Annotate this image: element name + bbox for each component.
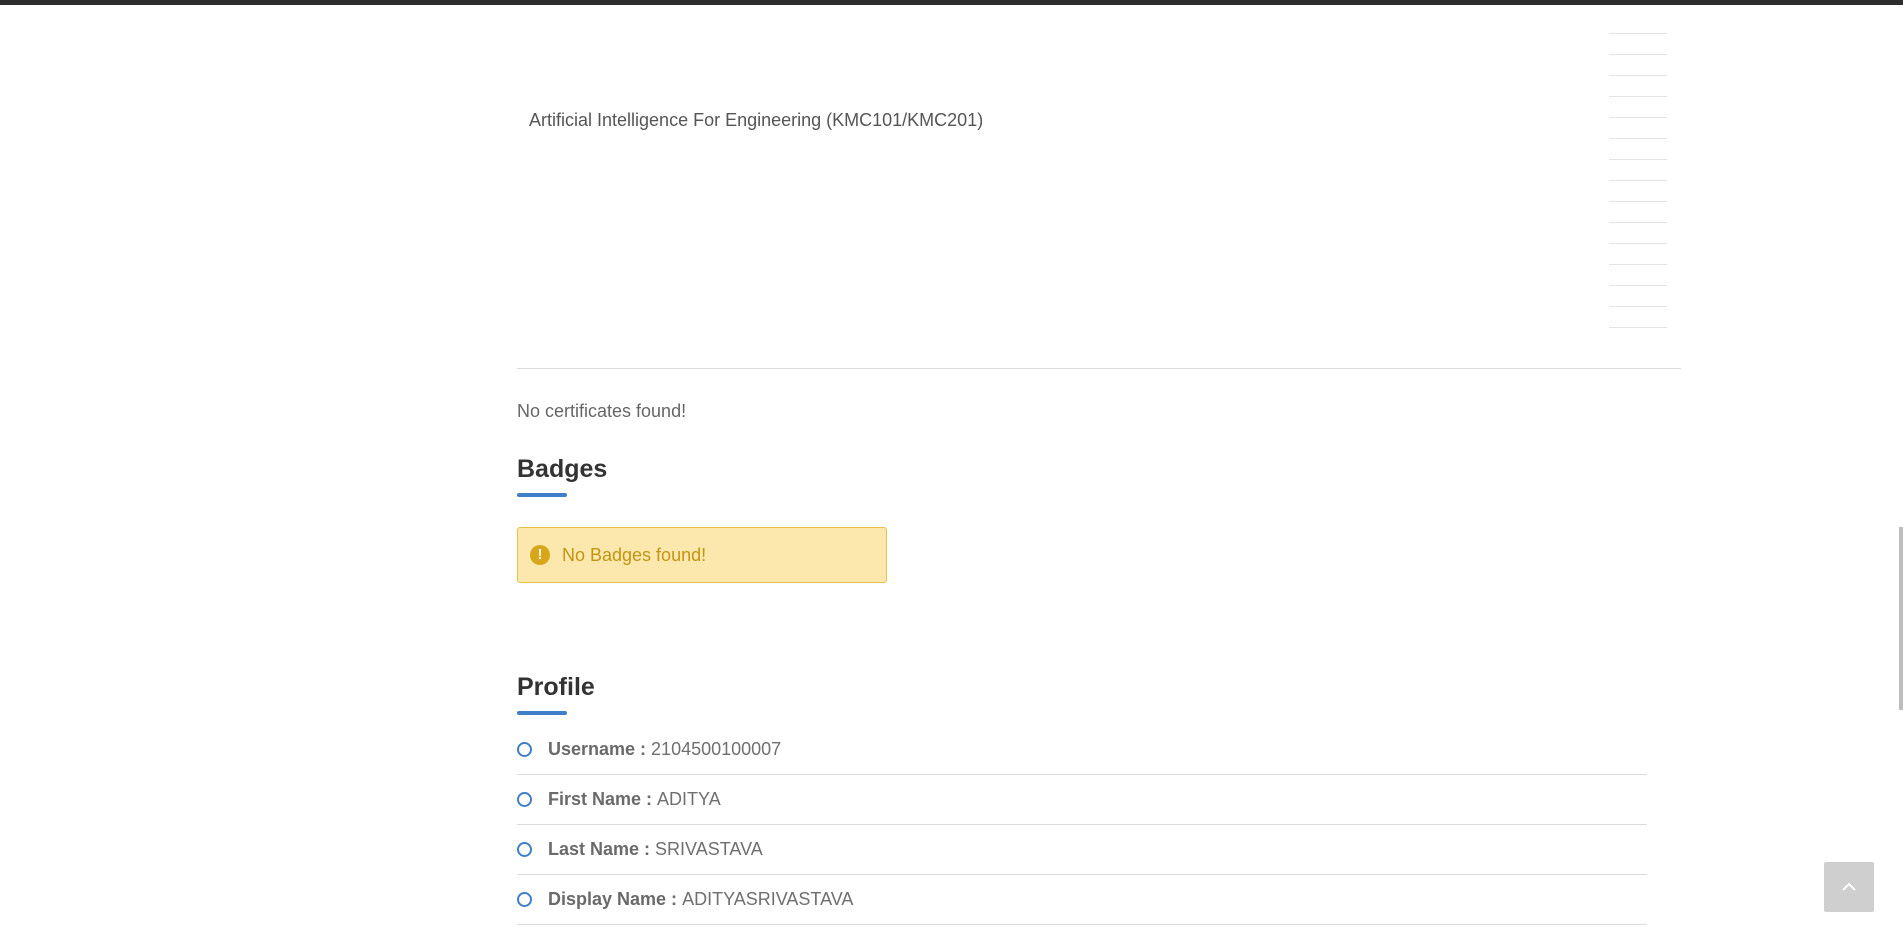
profile-list: Username : 2104500100007 First Name : AD… — [517, 725, 1647, 925]
profile-field-value: ADITYA — [657, 789, 721, 809]
no-badges-message: No Badges found! — [562, 544, 707, 565]
profile-field-label: Display Name : — [548, 889, 678, 909]
profile-field-label: First Name : — [548, 789, 653, 809]
circle-outline-icon — [517, 742, 532, 757]
circle-outline-icon — [517, 842, 532, 857]
profile-field-value: SRIVASTAVA — [655, 839, 763, 859]
profile-item-first-name: First Name : ADITYA — [517, 775, 1647, 825]
no-badges-alert: ! No Badges found! — [517, 527, 887, 583]
circle-outline-icon — [517, 792, 532, 807]
back-to-top-button[interactable] — [1824, 862, 1874, 912]
scrollbar-thumb[interactable] — [1899, 527, 1903, 710]
profile-field-value: ADITYASRIVASTAVA — [682, 889, 854, 909]
profile-field-label: Username : — [548, 739, 647, 759]
exclamation-circle-icon: ! — [530, 545, 550, 565]
badges-heading: Badges — [517, 455, 608, 483]
profile-heading-underline — [517, 711, 567, 715]
circle-outline-icon — [517, 892, 532, 907]
course-title[interactable]: Artificial Intelligence For Engineering … — [529, 110, 983, 131]
no-certificates-message: No certificates found! — [517, 401, 687, 421]
profile-field-value: 2104500100007 — [651, 739, 782, 759]
progress-lines — [1609, 13, 1667, 339]
profile-item-last-name: Last Name : SRIVASTAVA — [517, 825, 1647, 875]
profile-heading: Profile — [517, 673, 595, 701]
profile-item-username: Username : 2104500100007 — [517, 725, 1647, 775]
profile-item-display-name: Display Name : ADITYASRIVASTAVA — [517, 875, 1647, 925]
badges-heading-underline — [517, 493, 567, 497]
profile-field-label: Last Name : — [548, 839, 651, 859]
course-row: Artificial Intelligence For Engineering … — [517, 5, 1681, 369]
chevron-up-icon — [1842, 882, 1856, 891]
